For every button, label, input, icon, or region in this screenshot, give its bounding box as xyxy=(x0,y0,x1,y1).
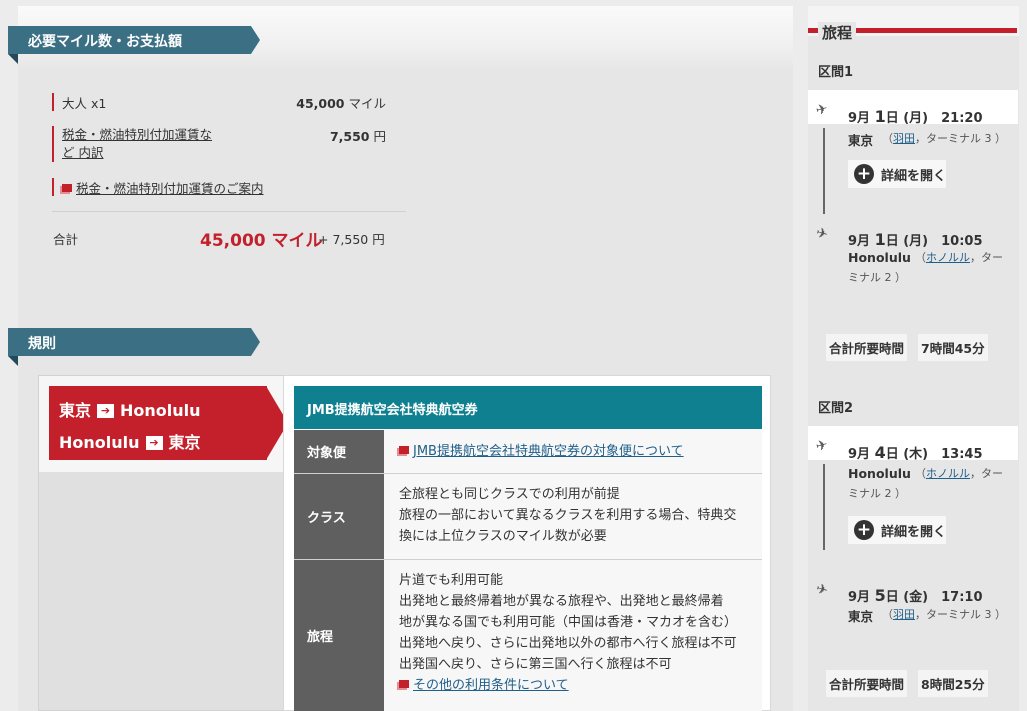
total-yen: + 7,550 円 xyxy=(318,232,385,247)
adult-fare-row: 大人 x1 45,000 マイル xyxy=(52,93,386,111)
adult-miles: 45,000 マイル xyxy=(296,96,386,111)
arrow-right-icon: ➔ xyxy=(97,404,115,418)
fare-section-title: 必要マイル数・お支払額 xyxy=(8,26,260,54)
rule-text: 出発国へ戻り、さらに第三国へ行く旅程は不可 xyxy=(399,657,672,672)
duration-label: 合計所要時間 xyxy=(826,670,908,697)
route-line-outbound: 東京 ➔ Honolulu xyxy=(59,401,201,420)
plus-icon: + xyxy=(854,520,874,540)
departure-airport: （羽田，ターミナル 3 ） xyxy=(882,132,1006,145)
external-link-icon xyxy=(399,680,409,688)
tax-fare-row: 税金・燃油特別付加運賃な ど 内訳 7,550 円 xyxy=(52,126,386,162)
rule-text: 地が異なる国でも利用可能（中国は香港・マカオを含む） xyxy=(399,615,738,630)
other-conditions-link[interactable]: その他の利用条件について xyxy=(413,678,569,693)
rule-text: 旅程の一部において異なるクラスを利用する場合、特典交 xyxy=(399,508,737,523)
rule-row-class: クラス 全旅程とも同じクラスでの利用が前提 旅程の一部において異なるクラスを利用… xyxy=(294,474,762,560)
rules-table-header: JMB提携航空会社特典航空券 xyxy=(294,386,762,429)
duration-label: 合計所要時間 xyxy=(826,334,908,361)
rule-text: 片道でも利用可能 xyxy=(399,573,504,588)
rules-section-title: 規則 xyxy=(8,328,260,356)
rule-row-eligible-flights: 対象便 JMB提携航空会社特典航空券の対象便について xyxy=(294,430,762,474)
tax-guide-link[interactable]: 税金・燃油特別付加運賃のご案内 xyxy=(76,181,264,196)
airport-link[interactable]: 羽田 xyxy=(893,132,915,145)
segment-card: ✈ 9月 4日 (木) 13:45 Honolulu （ホノルル，ターミナル 2… xyxy=(808,426,1018,646)
landing-icon: ✈ xyxy=(814,580,830,600)
adult-label: 大人 x1 xyxy=(62,96,107,111)
plus-icon: + xyxy=(854,164,874,184)
arrival-city: 東京 xyxy=(848,609,874,624)
arrival-airport: （羽田，ターミナル 3 ） xyxy=(882,608,1006,621)
arrival-datetime: 9月 1日 (月) 10:05 xyxy=(848,230,983,249)
tax-amount: 7,550 円 xyxy=(329,129,386,144)
route-tab-active[interactable]: 東京 ➔ Honolulu Honolulu ➔ 東京 xyxy=(49,386,267,460)
eligible-flights-link[interactable]: JMB提携航空会社特典航空券の対象便について xyxy=(413,444,684,459)
tax-breakdown-link[interactable]: 税金・燃油特別付加運賃な ど 内訳 xyxy=(62,126,237,162)
rule-text: 全旅程とも同じクラスでの利用が前提 xyxy=(399,487,620,502)
route-line-return: Honolulu ➔ 東京 xyxy=(59,433,201,452)
open-details-button[interactable]: + 詳細を開く xyxy=(848,160,946,188)
rule-label: クラス xyxy=(294,474,384,559)
duration-value: 7時間45分 xyxy=(918,334,988,361)
rule-text: 換には上位クラスのマイル数が必要 xyxy=(399,529,607,544)
external-link-icon xyxy=(62,184,72,192)
landing-icon: ✈ xyxy=(814,224,830,244)
airport-link[interactable]: 羽田 xyxy=(893,608,915,621)
rule-text: 出発地へ戻り、さらに出発地以外の都市へ行く旅程は不可 xyxy=(399,636,737,651)
rule-text: 出発地と最終帰着地が異なる旅程や、出発地と最終帰着 xyxy=(399,594,724,609)
open-details-button[interactable]: + 詳細を開く xyxy=(848,516,946,544)
fare-divider xyxy=(52,211,406,212)
airport-link[interactable]: ホノルル xyxy=(926,251,970,264)
arrival-datetime: 9月 5日 (金) 17:10 xyxy=(848,586,983,605)
segment-card: ✈ 9月 1日 (月) 21:20 東京 （羽田，ターミナル 3 ） + 詳細を… xyxy=(808,90,1018,310)
departure-datetime: 9月 1日 (月) 21:20 xyxy=(848,107,983,126)
rule-label: 対象便 xyxy=(294,430,384,473)
external-link-icon xyxy=(399,446,409,454)
segment-label: 区間2 xyxy=(818,401,854,416)
departure-city: 東京 xyxy=(848,133,874,148)
segment-label: 区間1 xyxy=(818,65,854,80)
rule-label: 旅程 xyxy=(294,560,384,711)
tax-guide-row: 税金・燃油特別付加運賃のご案内 xyxy=(52,178,386,196)
arrow-right-icon: ➔ xyxy=(145,436,163,450)
departure-airport: （ホノルル，ターミナル 2 ） xyxy=(848,467,1003,500)
arrival-airport: （ホノルル，ターミナル 2 ） xyxy=(848,251,1003,284)
total-label: 合計 xyxy=(53,232,79,247)
airport-link[interactable]: ホノルル xyxy=(926,467,970,480)
total-miles: 45,000 マイル xyxy=(200,231,323,251)
departure-datetime: 9月 4日 (木) 13:45 xyxy=(848,443,983,462)
duration-value: 8時間25分 xyxy=(918,670,988,697)
rule-row-itinerary: 旅程 片道でも利用可能 出発地と最終帰着地が異なる旅程や、出発地と最終帰着 地が… xyxy=(294,560,762,711)
itinerary-title: 旅程 xyxy=(818,22,857,43)
